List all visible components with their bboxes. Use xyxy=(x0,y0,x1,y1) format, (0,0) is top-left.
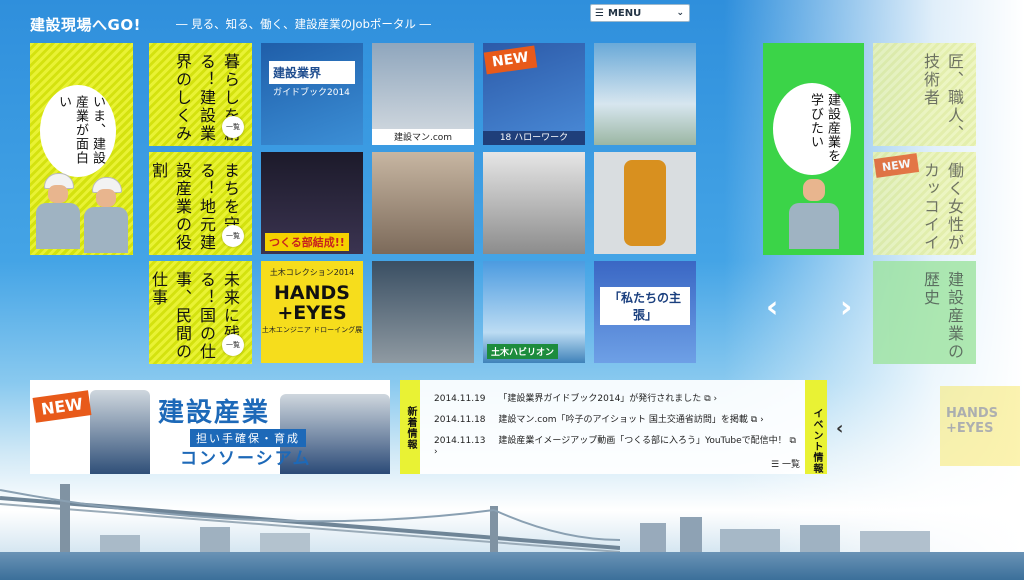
mascot-tile[interactable] xyxy=(594,152,696,254)
category-tile-local-role[interactable]: まちを守る！地元建設産業の役割 一覧 xyxy=(149,152,252,255)
news-text[interactable]: 「建設業界ガイドブック2014」が発行されました xyxy=(498,394,701,404)
doboku-label: 土木ハビリオン xyxy=(487,344,559,359)
news-panel: 新着情報 2014.11.19 「建設業界ガイドブック2014」が発行されました… xyxy=(400,380,824,474)
category-tile-craftsmen[interactable]: 匠、職人、技術者 xyxy=(873,43,976,146)
category-text: 建設産業の歴史 xyxy=(921,271,964,361)
list-icon: ☰ xyxy=(771,460,782,470)
hands-eyes-tile[interactable]: 土木コレクション2014 HANDS +EYES 土木エンジニア ドローイング展 xyxy=(261,261,363,363)
category-text: 匠、職人、技術者 xyxy=(921,53,964,143)
feature-tile-learn[interactable]: 建設産業を学びたい xyxy=(763,43,864,255)
construction-site-tile[interactable] xyxy=(372,261,474,363)
event-tile-title: HANDS +EYES xyxy=(946,406,998,436)
speech-bubble: いま、建設産業が面白い xyxy=(40,85,116,177)
banner-title: 建設産業 xyxy=(158,398,271,428)
chevron-right-icon: › xyxy=(434,447,438,457)
news-item[interactable]: 2014.11.19 「建設業界ガイドブック2014」が発行されました ⧉ › xyxy=(434,391,717,404)
guidebook-subtitle: ガイドブック2014 xyxy=(273,88,350,98)
category-tile-industry-structure[interactable]: 暮らしを創る！建設業界のしくみ 一覧 xyxy=(149,43,252,146)
hellowork-caption: 18 ハローワーク xyxy=(499,133,569,143)
list-more-button[interactable]: 一覧 xyxy=(222,225,244,247)
tsukurubu-tile[interactable]: つくる部結成!! xyxy=(261,152,363,254)
news-more-button[interactable]: ☰ 一覧 xyxy=(771,457,800,470)
list-more-button[interactable]: 一覧 xyxy=(222,334,244,356)
menu-label: MENU xyxy=(607,7,642,19)
person-figure xyxy=(789,173,839,249)
news-date: 2014.11.13 xyxy=(434,436,486,446)
event-label: イベント情報 xyxy=(811,408,822,474)
list-more-button[interactable]: 一覧 xyxy=(222,116,244,138)
external-link-icon: ⧉ xyxy=(789,436,796,446)
chevron-down-icon: ⌄ xyxy=(676,8,684,18)
news-item[interactable]: 2014.11.18 建設マン.com「吟子のアイショット 国土交通省訪問」を掲… xyxy=(434,412,764,425)
carousel-prev-icon[interactable]: ‹ xyxy=(766,290,778,325)
list-icon: ☰ xyxy=(595,7,604,19)
feature-tile-interesting[interactable]: いま、建設産業が面白い xyxy=(30,43,133,255)
menu-button[interactable]: ☰ MENU ⌄ xyxy=(590,4,690,22)
meeting-tile[interactable] xyxy=(372,152,474,254)
news-date: 2014.11.19 xyxy=(434,394,486,404)
external-link-icon: ⧉ › xyxy=(704,394,718,404)
kensetsuman-caption: 建設マン.com xyxy=(393,133,453,143)
event-side-label[interactable]: イベント情報 xyxy=(805,380,827,474)
site-title[interactable]: 建設現場へGO! xyxy=(30,14,141,35)
doboku-pavilion-tile[interactable]: 土木ハビリオン xyxy=(483,261,585,363)
guidebook-tile[interactable]: 建設業界 ガイドブック2014 xyxy=(261,43,363,145)
essay-contest-tile[interactable]: 「私たちの主張」 xyxy=(594,261,696,363)
speech-bubble: 建設産業を学びたい xyxy=(773,83,851,175)
consortium-banner[interactable]: NEW 建設産業 担い手確保・育成 コンソーシアム xyxy=(30,380,390,474)
site-subtitle: ― 見る、知る、働く、建設産業のJobポータル ― xyxy=(176,17,432,31)
new-badge: NEW xyxy=(483,45,538,75)
event-tile[interactable]: HANDS +EYES xyxy=(940,386,1020,466)
news-label: 新着情報 xyxy=(405,406,416,450)
worker-photo xyxy=(90,390,150,474)
category-tile-women[interactable]: NEW 働く女性がカッコイイ xyxy=(873,152,976,255)
news-text[interactable]: 建設マン.com「吟子のアイショット 国土交通省訪問」を掲載 xyxy=(498,415,748,425)
worker-figure xyxy=(36,173,80,249)
guidebook-title: 建設業界 xyxy=(269,61,355,84)
seminar-tile[interactable] xyxy=(483,152,585,254)
bubble-text: いま、建設産業が面白い xyxy=(56,95,105,165)
hands-title: HANDS +EYES xyxy=(274,282,350,324)
hellowork-tile[interactable]: NEW 18 ハローワーク xyxy=(483,43,585,145)
news-more-label: 一覧 xyxy=(781,460,800,470)
water xyxy=(0,552,1024,580)
category-tile-history[interactable]: 建設産業の歴史 xyxy=(873,261,976,364)
banner-subtitle-2: コンソーシアム xyxy=(180,449,312,469)
excavator-tile[interactable] xyxy=(594,43,696,145)
new-badge: NEW xyxy=(873,153,919,178)
category-text: 働く女性がカッコイイ xyxy=(921,162,964,252)
category-tile-public-private[interactable]: 未来に残る！国の仕事、民間の仕事 一覧 xyxy=(149,261,252,364)
news-item[interactable]: 2014.11.13 建設産業イメージアップ動画「つくる部に入ろう」YouTub… xyxy=(434,433,796,446)
kensetsuman-tile[interactable]: 建設マン.com xyxy=(372,43,474,145)
event-prev-icon[interactable]: ‹ xyxy=(836,418,843,439)
external-link-icon: ⧉ › xyxy=(750,415,764,425)
worker-figure xyxy=(84,177,128,253)
bubble-text: 建設産業を学びたい xyxy=(808,93,840,163)
hands-subcaption: 土木エンジニア ドローイング展 xyxy=(261,326,363,334)
poster-title: 「私たちの主張」 xyxy=(600,287,690,325)
tsukurubu-tag: つくる部結成!! xyxy=(265,233,349,251)
carousel-next-icon[interactable]: › xyxy=(840,290,852,325)
hands-caption: 土木コレクション2014 xyxy=(269,268,355,277)
news-date: 2014.11.18 xyxy=(434,415,486,425)
news-text[interactable]: 建設産業イメージアップ動画「つくる部に入ろう」YouTubeで配信中！ xyxy=(498,436,786,446)
new-badge: NEW xyxy=(32,390,92,423)
news-side-label: 新着情報 xyxy=(400,380,420,474)
